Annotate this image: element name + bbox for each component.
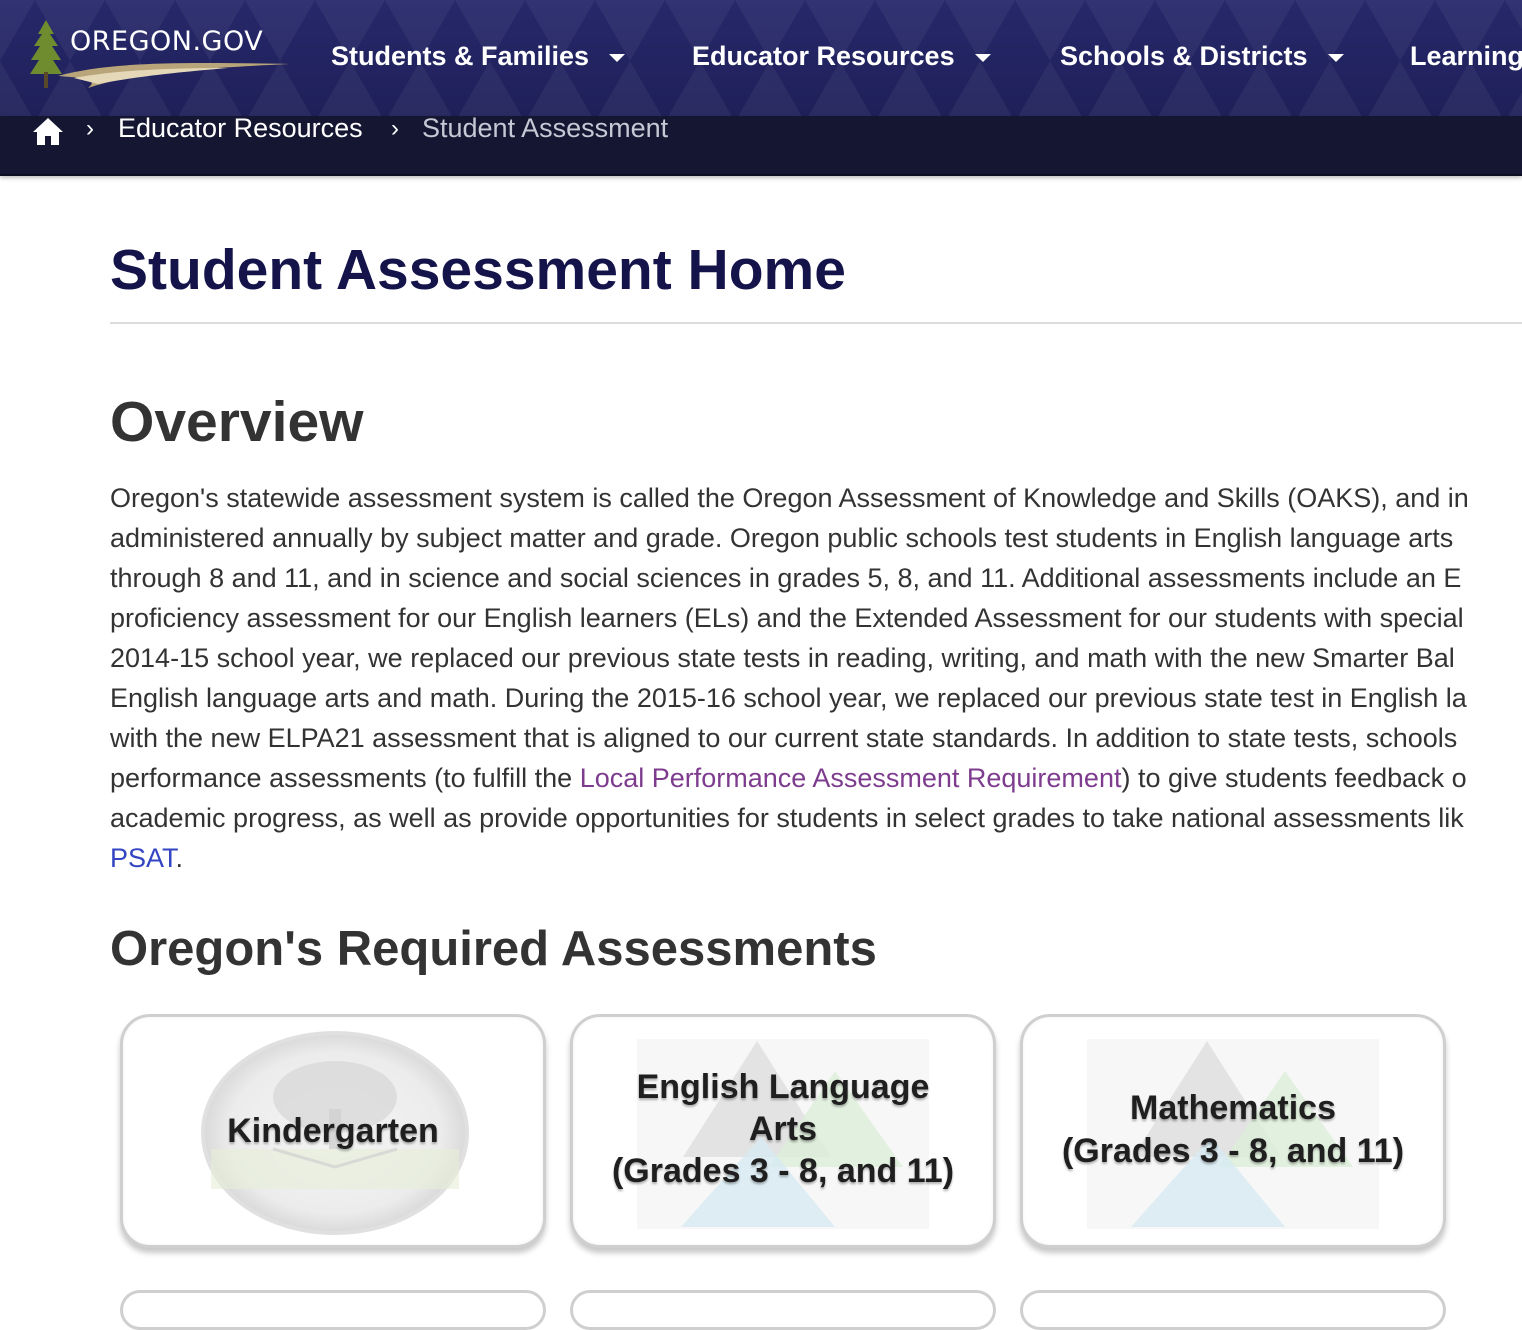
caret-down-icon <box>974 54 991 62</box>
overview-line: proficiency assessment for our English l… <box>110 603 1464 633</box>
overview-line: 2014-15 school year, we replaced our pre… <box>110 643 1455 673</box>
breadcrumb: › Educator Resources › Student Assessmen… <box>0 113 1522 176</box>
assessment-card-next-row[interactable] <box>1020 1290 1446 1330</box>
chevron-right-icon: › <box>391 115 399 142</box>
psat-link[interactable]: PSAT <box>110 843 176 873</box>
overview-paragraph: Oregon's statewide assessment system is … <box>110 478 1522 878</box>
overview-text-segment: . <box>175 843 184 873</box>
card-label: English Language <box>636 1068 930 1106</box>
overview-line: English language arts and math. During t… <box>110 683 1467 713</box>
nav-learning[interactable]: Learning <box>1410 36 1522 76</box>
title-divider <box>110 322 1522 324</box>
top-navigation: OREGON.GOV Students & Families Educator … <box>0 0 1522 116</box>
kindergarten-card[interactable]: Kindergarten <box>120 1014 546 1248</box>
breadcrumb-educator-resources[interactable]: Educator Resources <box>118 113 363 143</box>
english-language-arts-card[interactable]: English Language Arts (Grades 3 - 8, and… <box>570 1014 996 1248</box>
nav-schools-districts[interactable]: Schools & Districts <box>1060 36 1344 76</box>
overview-line: through 8 and 11, and in science and soc… <box>110 563 1462 593</box>
card-label: Kindergarten <box>227 1112 439 1150</box>
caret-down-icon <box>609 54 626 62</box>
card-label: (Grades 3 - 8, and 11) <box>611 1152 955 1190</box>
overview-text-segment: ) to give students feedback o <box>1121 763 1467 793</box>
caret-down-icon <box>1327 54 1344 62</box>
chevron-right-icon: › <box>86 115 94 142</box>
home-icon[interactable] <box>32 116 64 146</box>
nav-students-families[interactable]: Students & Families <box>331 36 626 76</box>
card-label: Mathematics <box>1130 1089 1336 1127</box>
overview-line: academic progress, as well as provide op… <box>110 803 1464 833</box>
overview-line: PSAT. <box>110 838 1522 878</box>
required-assessments-heading: Oregon's Required Assessments <box>110 922 877 976</box>
assessment-card-next-row[interactable] <box>120 1290 546 1330</box>
local-performance-assessment-link[interactable]: Local Performance Assessment Requirement <box>580 763 1122 793</box>
card-label: (Grades 3 - 8, and 11) <box>1061 1132 1405 1170</box>
oregon-gov-logo[interactable]: OREGON.GOV <box>28 18 292 92</box>
overview-line: Oregon's statewide assessment system is … <box>110 483 1469 513</box>
nav-educator-resources[interactable]: Educator Resources <box>692 36 991 76</box>
overview-line: performance assessments (to fulfill the … <box>110 758 1522 798</box>
mathematics-card[interactable]: Mathematics (Grades 3 - 8, and 11) <box>1020 1014 1446 1248</box>
nav-label: Learning <box>1410 40 1522 71</box>
assessment-card-next-row[interactable] <box>570 1290 996 1330</box>
page-title: Student Assessment Home <box>110 238 846 302</box>
logo-text: OREGON.GOV <box>70 26 264 57</box>
card-label: Arts <box>748 1110 818 1148</box>
nav-label: Educator Resources <box>692 40 955 71</box>
nav-label: Students & Families <box>331 40 590 71</box>
nav-label: Schools & Districts <box>1060 40 1308 71</box>
overview-line: with the new ELPA21 assessment that is a… <box>110 723 1458 753</box>
overview-heading: Overview <box>110 390 364 454</box>
breadcrumb-current-page: Student Assessment <box>422 113 669 143</box>
overview-text-segment: performance assessments (to fulfill the <box>110 763 580 793</box>
overview-line: administered annually by subject matter … <box>110 523 1454 553</box>
